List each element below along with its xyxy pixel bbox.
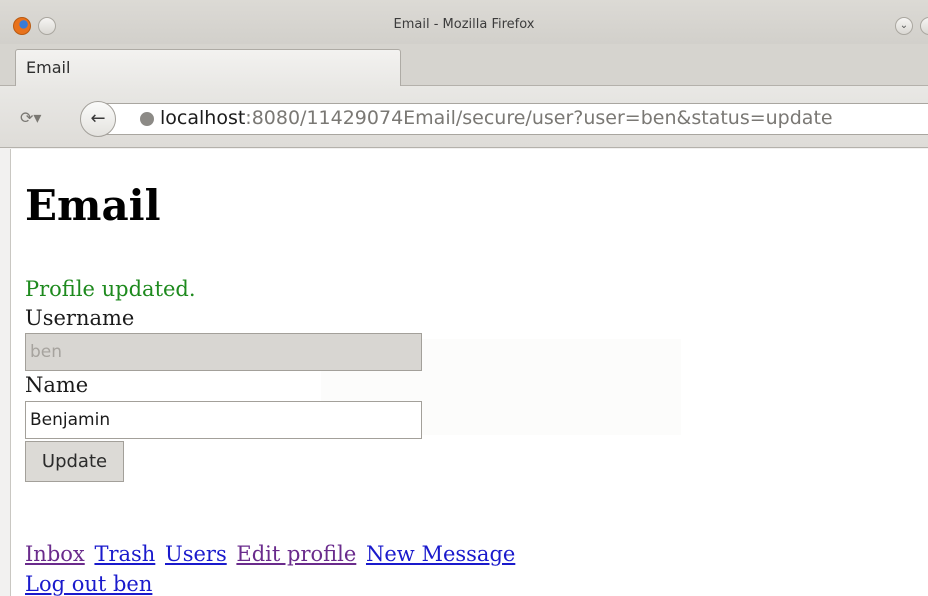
update-button[interactable]: Update bbox=[25, 441, 124, 482]
navigation-bar: ⟳▾ ← localhost:8080/11429074Email/secure… bbox=[0, 86, 928, 148]
username-label: Username bbox=[25, 306, 135, 330]
chevron-down-icon[interactable]: ⌄ bbox=[895, 17, 913, 35]
url-text[interactable]: localhost:8080/11429074Email/secure/user… bbox=[160, 107, 833, 129]
nav-links: Inbox Trash Users Edit profile New Messa… bbox=[25, 539, 518, 596]
url-path: :8080/11429074Email/secure/user?user=ben… bbox=[245, 107, 833, 129]
name-label: Name bbox=[25, 373, 89, 397]
status-message: Profile updated. bbox=[25, 277, 196, 301]
close-icon[interactable] bbox=[920, 17, 928, 35]
edit-profile-link[interactable]: Edit profile bbox=[236, 542, 356, 566]
history-icon[interactable]: ⟳▾ bbox=[20, 105, 48, 131]
name-field[interactable] bbox=[25, 401, 422, 439]
window-titlebar: Email - Mozilla Firefox ⌄ bbox=[0, 0, 928, 44]
inbox-link[interactable]: Inbox bbox=[25, 542, 85, 566]
new-message-link[interactable]: New Message bbox=[366, 542, 515, 566]
back-arrow-icon[interactable]: ← bbox=[80, 101, 116, 137]
page-title: Email bbox=[25, 181, 161, 230]
users-link[interactable]: Users bbox=[165, 542, 227, 566]
tab-email[interactable]: Email bbox=[15, 49, 401, 87]
page-viewport: Email Profile updated. Username Name Upd… bbox=[10, 149, 928, 596]
url-host: localhost bbox=[160, 107, 246, 129]
trash-link[interactable]: Trash bbox=[94, 542, 155, 566]
logout-link[interactable]: Log out ben bbox=[25, 572, 152, 596]
globe-icon bbox=[140, 112, 154, 126]
tab-strip: Email bbox=[0, 44, 928, 87]
window-title: Email - Mozilla Firefox bbox=[393, 17, 535, 32]
username-field bbox=[25, 333, 422, 371]
